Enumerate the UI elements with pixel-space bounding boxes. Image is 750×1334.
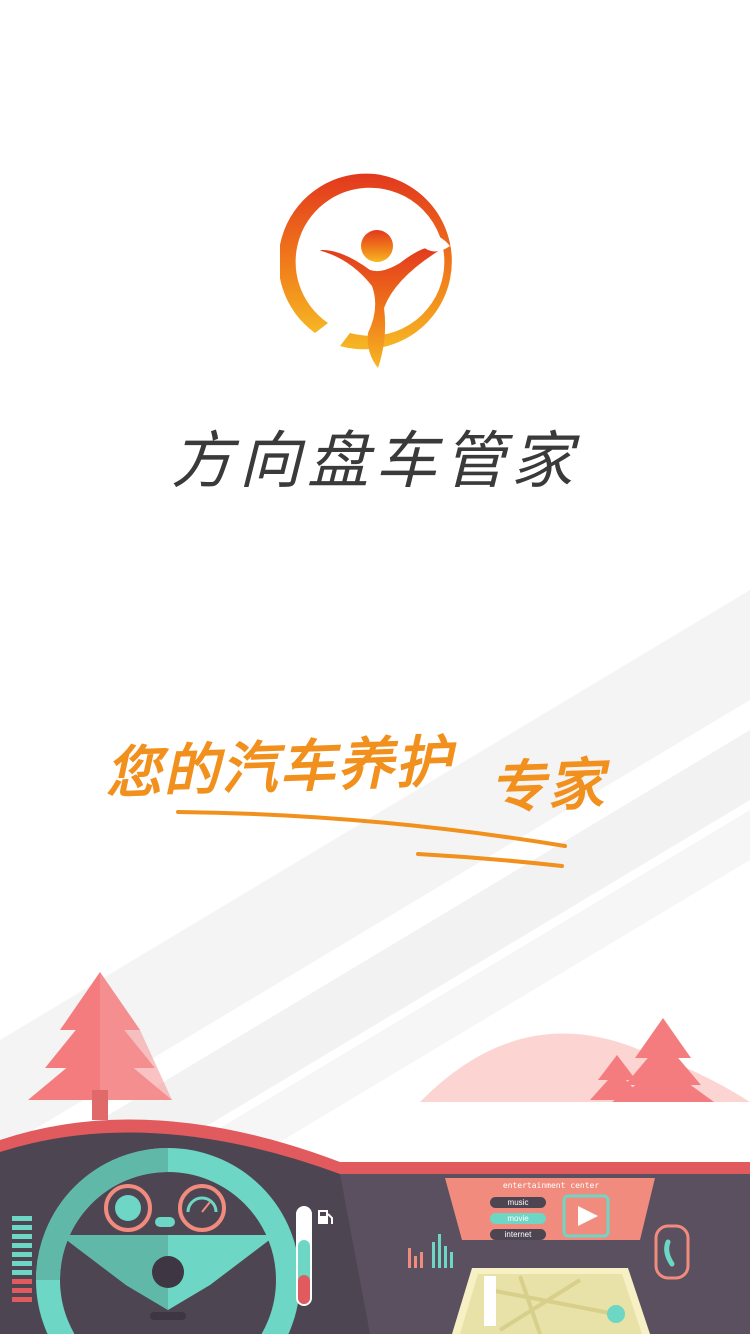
app-title: 方向盘车管家 <box>170 424 579 497</box>
movie-button[interactable]: movie <box>490 1213 546 1224</box>
slogan-main: 您的汽车养护 <box>104 728 455 807</box>
tree-large <box>28 972 172 1120</box>
entertainment-center: entertainment center music movie interne… <box>462 1180 640 1242</box>
slogan: 您的汽车养护 专家 <box>104 711 606 822</box>
slogan-underlines <box>176 810 567 868</box>
internet-button[interactable]: internet <box>490 1229 546 1240</box>
entertainment-title: entertainment center <box>502 1181 600 1190</box>
music-button[interactable]: music <box>490 1197 546 1208</box>
steering-wheel-logo-icon <box>280 173 452 368</box>
location-icon <box>607 1305 625 1323</box>
